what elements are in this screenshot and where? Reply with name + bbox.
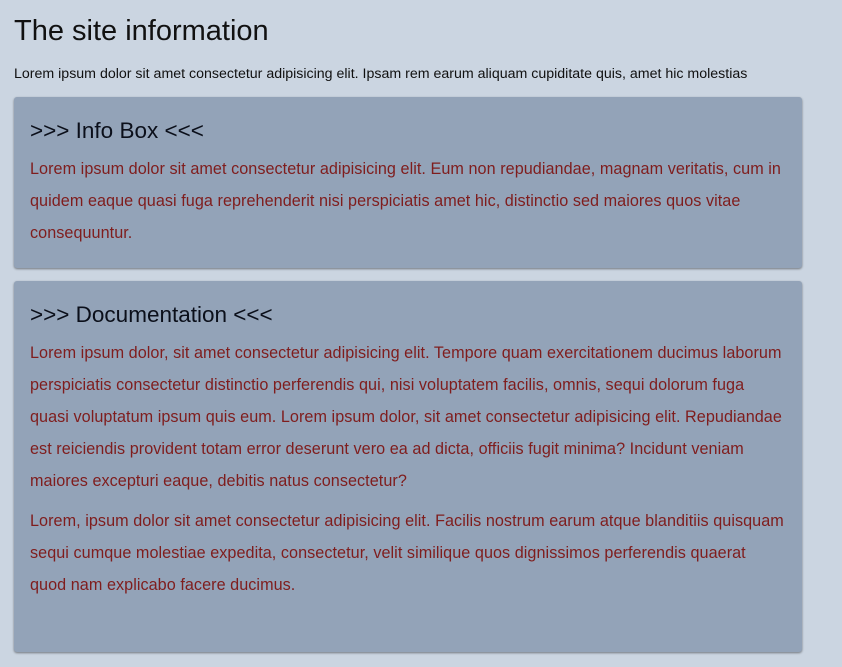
page-intro: Lorem ipsum dolor sit amet consectetur a… (14, 66, 748, 82)
page-title: The site information (14, 15, 269, 47)
info-box-heading: >>> Info Box <<< (30, 118, 204, 143)
documentation-heading: >>> Documentation <<< (30, 302, 273, 327)
documentation-text-2: Lorem, ipsum dolor sit amet consectetur … (30, 512, 784, 594)
documentation-text-1: Lorem ipsum dolor, sit amet consectetur … (30, 344, 782, 490)
info-box-card: >>> Info Box <<< Lorem ipsum dolor sit a… (14, 97, 802, 268)
info-box-text: Lorem ipsum dolor sit amet consectetur a… (30, 160, 781, 242)
documentation-card: >>> Documentation <<< Lorem ipsum dolor,… (14, 281, 802, 652)
page: The site information Lorem ipsum dolor s… (0, 0, 842, 667)
